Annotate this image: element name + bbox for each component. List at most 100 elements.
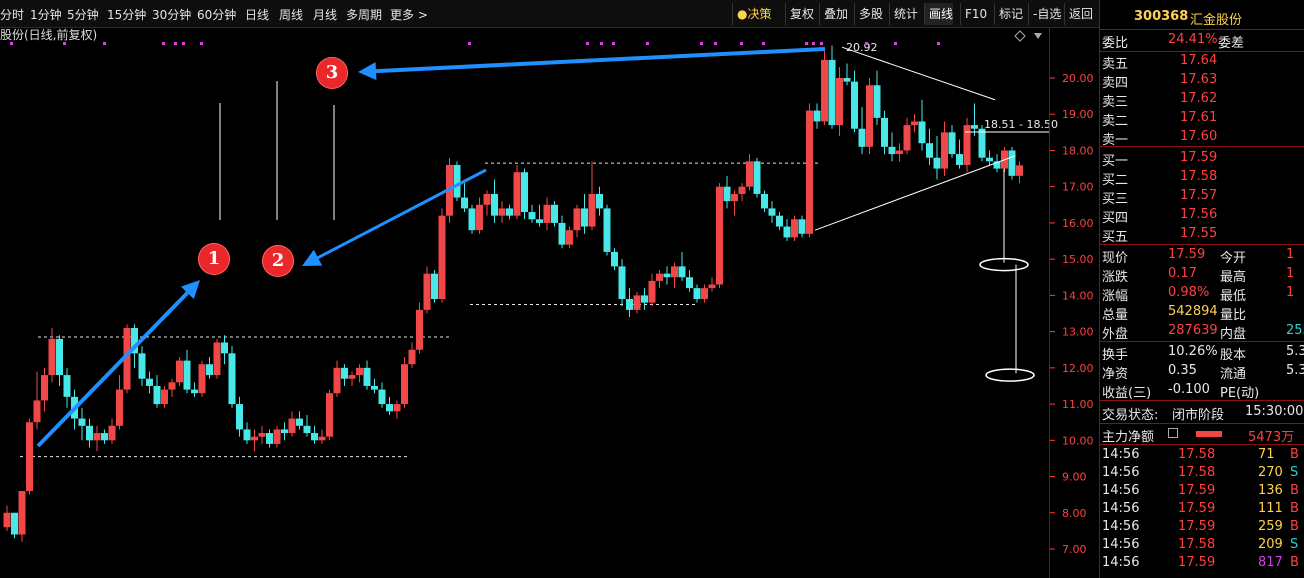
back-button[interactable]: 返回	[1064, 3, 1093, 25]
candle-body	[596, 193, 603, 209]
stat-label: 流通	[1220, 367, 1247, 382]
period-more-label: 更多	[390, 8, 415, 22]
candle-body	[348, 375, 356, 379]
candle	[468, 204, 476, 234]
stat-value: 0.98%	[1168, 285, 1210, 300]
candle	[26, 418, 33, 495]
candle-body	[183, 360, 191, 390]
candle-body	[273, 429, 281, 444]
candle-body	[468, 208, 476, 231]
period-1min[interactable]: 1分钟	[30, 6, 62, 23]
period-intraday[interactable]: 分时	[0, 6, 24, 23]
decision-label: 决策	[747, 7, 772, 21]
candle	[963, 117, 971, 173]
tick-price: 17.59	[1178, 483, 1216, 498]
candle	[776, 212, 783, 231]
mark-button[interactable]: 标记	[994, 3, 1023, 25]
arrow-shaft	[317, 168, 487, 260]
candle	[753, 157, 761, 198]
period-5min[interactable]: 5分钟	[67, 6, 99, 23]
period-monthly[interactable]: 月线	[313, 6, 337, 23]
candle-body	[521, 172, 528, 213]
tick-side: B	[1290, 483, 1299, 498]
candle-body	[551, 204, 558, 223]
candle-body	[971, 125, 978, 129]
stat-value: 10.26%	[1168, 344, 1218, 359]
candle	[243, 422, 251, 444]
candle-body	[603, 208, 611, 252]
candle-body	[251, 436, 258, 441]
decision-button[interactable]: ●决策	[732, 3, 772, 25]
period-15min[interactable]: 15分钟	[107, 6, 146, 23]
candle-body	[836, 78, 843, 126]
candle	[11, 512, 18, 539]
adjust-button[interactable]: 复权	[785, 3, 814, 25]
candle	[971, 103, 978, 136]
candle-body	[191, 389, 198, 394]
candle	[671, 262, 678, 289]
bid-price: 17.56	[1180, 207, 1218, 222]
candle-body	[708, 284, 716, 289]
candle	[926, 128, 933, 165]
candle	[356, 364, 363, 383]
candle	[603, 204, 611, 256]
candle-body	[731, 193, 738, 202]
candle	[798, 215, 806, 238]
candle-body	[221, 342, 228, 354]
signal-dot	[600, 42, 603, 45]
candle	[813, 103, 821, 129]
candle-body	[288, 418, 296, 434]
statistics-button[interactable]: 统计	[889, 3, 918, 25]
candlestick-chart[interactable]: 18.51 - 18.5020.92 20.0019.0018.0017.001…	[0, 28, 1099, 578]
candle-body	[3, 512, 11, 528]
period-multi[interactable]: 多周期	[346, 6, 382, 23]
candle	[236, 396, 243, 437]
period-30min[interactable]: 30分钟	[152, 6, 191, 23]
period-weekly[interactable]: 周线	[279, 6, 303, 23]
candle-body	[581, 208, 588, 227]
y-tick-label: 10.00	[1062, 434, 1094, 447]
marker-3: 3	[316, 57, 348, 89]
candle-body	[513, 172, 521, 216]
price-level-label: 18.51 - 18.50	[984, 118, 1058, 131]
tick-volume: 259	[1258, 519, 1283, 534]
candle	[828, 45, 836, 129]
signal-dot	[820, 42, 823, 45]
candle-body	[26, 422, 33, 492]
candle-body	[33, 400, 41, 423]
period-more[interactable]: 更多 >	[390, 6, 428, 23]
multi-stock-button[interactable]: 多股	[854, 3, 883, 25]
candle-body	[161, 389, 168, 405]
candle-body	[303, 425, 311, 434]
candle	[303, 414, 311, 437]
ask-price: 17.62	[1180, 91, 1218, 106]
period-daily[interactable]: 日线	[245, 6, 269, 23]
f10-button[interactable]: F10	[960, 3, 987, 25]
signal-dot	[812, 42, 815, 45]
tick-time: 14:56	[1102, 501, 1140, 516]
period-60min[interactable]: 60分钟	[197, 6, 236, 23]
candle-body	[438, 215, 446, 300]
candle	[506, 204, 513, 220]
bid-label: 买一	[1102, 154, 1129, 169]
candle	[183, 349, 191, 394]
signal-dot	[714, 42, 717, 45]
main-flow-row[interactable]: 主力净额 5473万	[1100, 425, 1304, 445]
tick-side: S	[1290, 537, 1299, 552]
tick-row: 14:56 17.59 817 B	[1100, 554, 1304, 573]
stat-label: PE(动)	[1220, 386, 1260, 401]
stat-row: 换手 10.26% 股本 5.3	[1100, 343, 1304, 363]
candle	[566, 226, 573, 249]
candle-body	[746, 161, 753, 187]
bid-price: 17.57	[1180, 188, 1218, 203]
draw-line-button[interactable]: 画线	[924, 3, 954, 25]
overlay-button[interactable]: 叠加	[819, 3, 848, 25]
max-price-label: 20.92	[846, 41, 878, 54]
candle-body	[881, 117, 888, 147]
lightbulb-icon: ●	[737, 7, 748, 21]
candle	[101, 429, 108, 444]
candle	[551, 201, 558, 227]
candle	[408, 342, 416, 368]
remove-watchlist-button[interactable]: -自选	[1028, 3, 1061, 25]
stat-label: 外盘	[1102, 327, 1129, 342]
